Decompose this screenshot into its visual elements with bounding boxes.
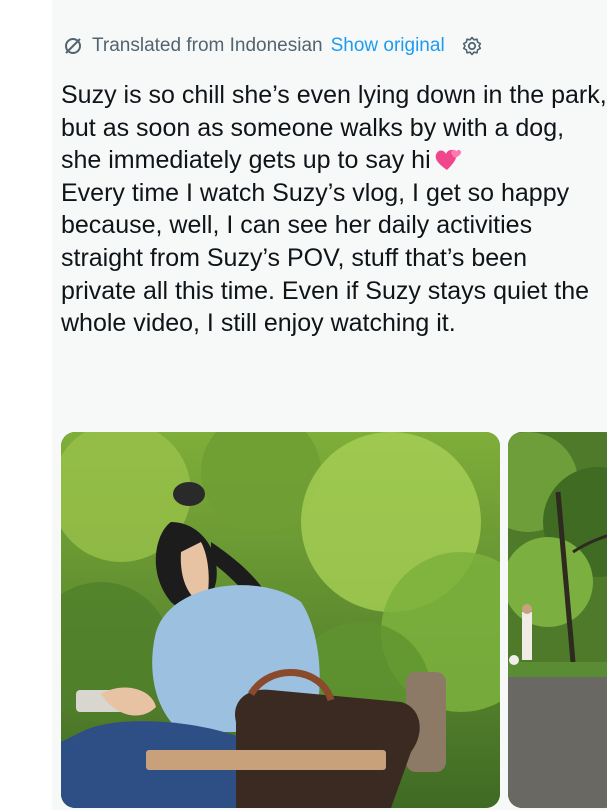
translation-label: Translated from Indonesian xyxy=(92,35,323,56)
two-hearts-emoji xyxy=(433,146,463,172)
tweet-text-rest: Every time I watch Suzy’s vlog, I get so… xyxy=(61,178,590,338)
left-margin xyxy=(0,0,52,810)
translate-icon xyxy=(62,35,84,57)
tweet-photo-2[interactable] xyxy=(508,432,607,808)
tweet-text: Suzy is so chill she’s even lying down i… xyxy=(61,79,607,340)
tweet-photo-1[interactable] xyxy=(61,432,500,808)
tweet-text-main: Suzy is so chill she’s even lying down i… xyxy=(61,81,607,175)
gear-icon[interactable] xyxy=(461,35,483,57)
translation-bar: Translated from Indonesian Show original xyxy=(62,31,483,61)
show-original-link[interactable]: Show original xyxy=(331,35,445,57)
